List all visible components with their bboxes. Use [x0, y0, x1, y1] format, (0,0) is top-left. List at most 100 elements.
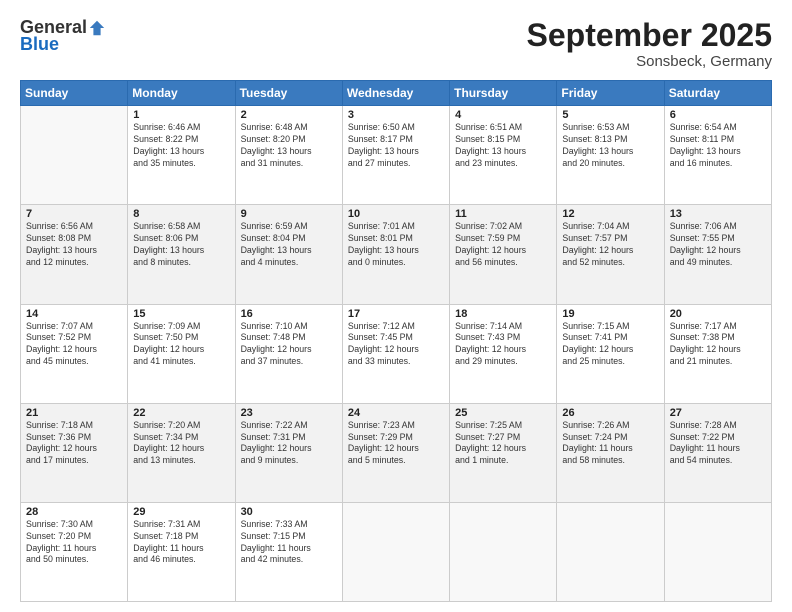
col-tuesday: Tuesday [235, 81, 342, 106]
table-row: 12Sunrise: 7:04 AMSunset: 7:57 PMDayligh… [557, 205, 664, 304]
table-row: 2Sunrise: 6:48 AMSunset: 8:20 PMDaylight… [235, 106, 342, 205]
table-row [557, 502, 664, 601]
day-info: Sunrise: 7:01 AMSunset: 8:01 PMDaylight:… [348, 221, 444, 269]
day-number: 15 [133, 308, 229, 320]
day-number: 25 [455, 407, 551, 419]
table-row [450, 502, 557, 601]
day-number: 4 [455, 109, 551, 121]
table-row: 19Sunrise: 7:15 AMSunset: 7:41 PMDayligh… [557, 304, 664, 403]
day-info: Sunrise: 7:15 AMSunset: 7:41 PMDaylight:… [562, 321, 658, 369]
day-info: Sunrise: 7:23 AMSunset: 7:29 PMDaylight:… [348, 420, 444, 468]
day-number: 19 [562, 308, 658, 320]
table-row: 21Sunrise: 7:18 AMSunset: 7:36 PMDayligh… [21, 403, 128, 502]
day-number: 6 [670, 109, 766, 121]
day-info: Sunrise: 7:28 AMSunset: 7:22 PMDaylight:… [670, 420, 766, 468]
day-number: 20 [670, 308, 766, 320]
day-info: Sunrise: 6:46 AMSunset: 8:22 PMDaylight:… [133, 122, 229, 170]
col-saturday: Saturday [664, 81, 771, 106]
day-number: 26 [562, 407, 658, 419]
table-row: 18Sunrise: 7:14 AMSunset: 7:43 PMDayligh… [450, 304, 557, 403]
table-row: 24Sunrise: 7:23 AMSunset: 7:29 PMDayligh… [342, 403, 449, 502]
table-row: 26Sunrise: 7:26 AMSunset: 7:24 PMDayligh… [557, 403, 664, 502]
table-row: 29Sunrise: 7:31 AMSunset: 7:18 PMDayligh… [128, 502, 235, 601]
day-info: Sunrise: 7:30 AMSunset: 7:20 PMDaylight:… [26, 519, 122, 567]
table-row: 6Sunrise: 6:54 AMSunset: 8:11 PMDaylight… [664, 106, 771, 205]
day-number: 14 [26, 308, 122, 320]
day-info: Sunrise: 6:58 AMSunset: 8:06 PMDaylight:… [133, 221, 229, 269]
day-number: 10 [348, 208, 444, 220]
calendar-subtitle: Sonsbeck, Germany [527, 53, 772, 70]
table-row: 7Sunrise: 6:56 AMSunset: 8:08 PMDaylight… [21, 205, 128, 304]
day-info: Sunrise: 6:59 AMSunset: 8:04 PMDaylight:… [241, 221, 337, 269]
table-row: 22Sunrise: 7:20 AMSunset: 7:34 PMDayligh… [128, 403, 235, 502]
day-number: 24 [348, 407, 444, 419]
logo: General Blue [20, 18, 106, 55]
day-number: 5 [562, 109, 658, 121]
table-row: 11Sunrise: 7:02 AMSunset: 7:59 PMDayligh… [450, 205, 557, 304]
day-info: Sunrise: 6:54 AMSunset: 8:11 PMDaylight:… [670, 122, 766, 170]
calendar-title: September 2025 [527, 18, 772, 53]
day-info: Sunrise: 7:17 AMSunset: 7:38 PMDaylight:… [670, 321, 766, 369]
table-row: 30Sunrise: 7:33 AMSunset: 7:15 PMDayligh… [235, 502, 342, 601]
day-info: Sunrise: 7:33 AMSunset: 7:15 PMDaylight:… [241, 519, 337, 567]
day-number: 22 [133, 407, 229, 419]
day-number: 21 [26, 407, 122, 419]
calendar-week-row: 21Sunrise: 7:18 AMSunset: 7:36 PMDayligh… [21, 403, 772, 502]
table-row: 25Sunrise: 7:25 AMSunset: 7:27 PMDayligh… [450, 403, 557, 502]
day-number: 2 [241, 109, 337, 121]
day-info: Sunrise: 7:14 AMSunset: 7:43 PMDaylight:… [455, 321, 551, 369]
day-info: Sunrise: 6:48 AMSunset: 8:20 PMDaylight:… [241, 122, 337, 170]
day-number: 11 [455, 208, 551, 220]
day-info: Sunrise: 7:12 AMSunset: 7:45 PMDaylight:… [348, 321, 444, 369]
day-info: Sunrise: 7:22 AMSunset: 7:31 PMDaylight:… [241, 420, 337, 468]
table-row: 28Sunrise: 7:30 AMSunset: 7:20 PMDayligh… [21, 502, 128, 601]
title-block: September 2025 Sonsbeck, Germany [527, 18, 772, 70]
col-friday: Friday [557, 81, 664, 106]
col-monday: Monday [128, 81, 235, 106]
calendar-week-row: 1Sunrise: 6:46 AMSunset: 8:22 PMDaylight… [21, 106, 772, 205]
day-number: 30 [241, 506, 337, 518]
day-info: Sunrise: 7:02 AMSunset: 7:59 PMDaylight:… [455, 221, 551, 269]
day-info: Sunrise: 7:20 AMSunset: 7:34 PMDaylight:… [133, 420, 229, 468]
day-info: Sunrise: 7:31 AMSunset: 7:18 PMDaylight:… [133, 519, 229, 567]
day-number: 12 [562, 208, 658, 220]
day-number: 9 [241, 208, 337, 220]
day-number: 18 [455, 308, 551, 320]
day-number: 13 [670, 208, 766, 220]
col-wednesday: Wednesday [342, 81, 449, 106]
table-row: 13Sunrise: 7:06 AMSunset: 7:55 PMDayligh… [664, 205, 771, 304]
day-info: Sunrise: 6:51 AMSunset: 8:15 PMDaylight:… [455, 122, 551, 170]
day-info: Sunrise: 6:56 AMSunset: 8:08 PMDaylight:… [26, 221, 122, 269]
table-row: 27Sunrise: 7:28 AMSunset: 7:22 PMDayligh… [664, 403, 771, 502]
day-info: Sunrise: 7:26 AMSunset: 7:24 PMDaylight:… [562, 420, 658, 468]
table-row: 16Sunrise: 7:10 AMSunset: 7:48 PMDayligh… [235, 304, 342, 403]
calendar-week-row: 7Sunrise: 6:56 AMSunset: 8:08 PMDaylight… [21, 205, 772, 304]
logo-icon [88, 19, 106, 37]
day-number: 28 [26, 506, 122, 518]
col-thursday: Thursday [450, 81, 557, 106]
table-row: 20Sunrise: 7:17 AMSunset: 7:38 PMDayligh… [664, 304, 771, 403]
table-row: 8Sunrise: 6:58 AMSunset: 8:06 PMDaylight… [128, 205, 235, 304]
day-info: Sunrise: 7:10 AMSunset: 7:48 PMDaylight:… [241, 321, 337, 369]
day-info: Sunrise: 7:07 AMSunset: 7:52 PMDaylight:… [26, 321, 122, 369]
day-info: Sunrise: 7:04 AMSunset: 7:57 PMDaylight:… [562, 221, 658, 269]
day-info: Sunrise: 6:53 AMSunset: 8:13 PMDaylight:… [562, 122, 658, 170]
day-number: 17 [348, 308, 444, 320]
day-info: Sunrise: 7:09 AMSunset: 7:50 PMDaylight:… [133, 321, 229, 369]
calendar-week-row: 28Sunrise: 7:30 AMSunset: 7:20 PMDayligh… [21, 502, 772, 601]
table-row: 1Sunrise: 6:46 AMSunset: 8:22 PMDaylight… [128, 106, 235, 205]
table-row: 4Sunrise: 6:51 AMSunset: 8:15 PMDaylight… [450, 106, 557, 205]
table-row: 5Sunrise: 6:53 AMSunset: 8:13 PMDaylight… [557, 106, 664, 205]
day-info: Sunrise: 7:18 AMSunset: 7:36 PMDaylight:… [26, 420, 122, 468]
header: General Blue September 2025 Sonsbeck, Ge… [20, 18, 772, 70]
day-number: 8 [133, 208, 229, 220]
calendar-table: Sunday Monday Tuesday Wednesday Thursday… [20, 80, 772, 602]
table-row: 10Sunrise: 7:01 AMSunset: 8:01 PMDayligh… [342, 205, 449, 304]
table-row [664, 502, 771, 601]
day-number: 7 [26, 208, 122, 220]
day-number: 23 [241, 407, 337, 419]
table-row: 15Sunrise: 7:09 AMSunset: 7:50 PMDayligh… [128, 304, 235, 403]
day-number: 1 [133, 109, 229, 121]
col-sunday: Sunday [21, 81, 128, 106]
table-row: 9Sunrise: 6:59 AMSunset: 8:04 PMDaylight… [235, 205, 342, 304]
